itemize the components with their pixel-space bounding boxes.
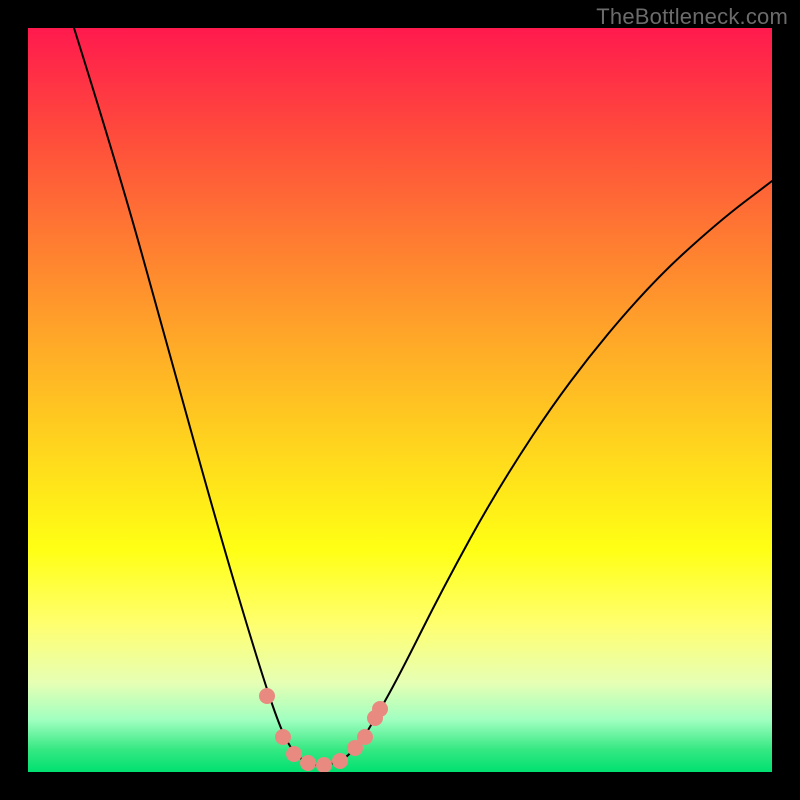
- plot-area: [28, 28, 772, 772]
- curve-markers: [259, 688, 388, 772]
- curve-marker: [286, 746, 302, 762]
- bottleneck-curve: [74, 28, 772, 765]
- curve-marker: [275, 729, 291, 745]
- curve-marker: [259, 688, 275, 704]
- curve-marker: [372, 701, 388, 717]
- curve-svg: [28, 28, 772, 772]
- watermark-text: TheBottleneck.com: [596, 4, 788, 30]
- curve-marker: [332, 753, 348, 769]
- curve-marker: [300, 755, 316, 771]
- curve-marker: [316, 757, 332, 772]
- chart-frame: TheBottleneck.com: [0, 0, 800, 800]
- curve-marker: [357, 729, 373, 745]
